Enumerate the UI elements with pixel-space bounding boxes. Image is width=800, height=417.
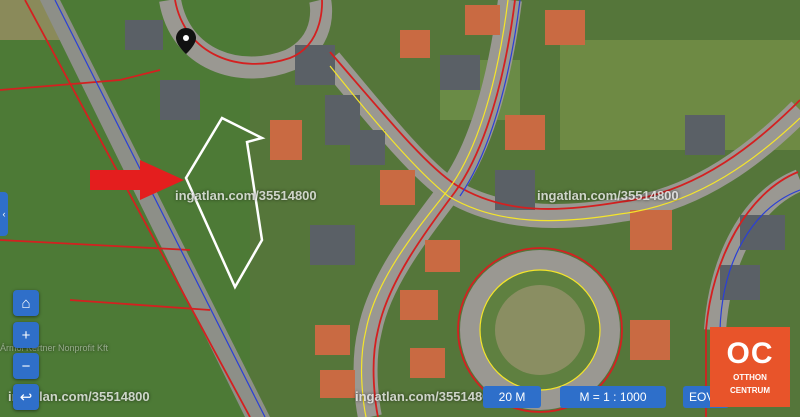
scale-ratio: M = 1 : 1000 [560,386,666,408]
scale-distance: 20 M [483,386,541,408]
back-arrow-icon: ↩ [19,389,33,406]
watermark: ingatlan.com/35514800 [175,188,317,203]
watermark: ingatlan.com/35514800 [355,389,497,404]
logo-line1: OTTHON [733,373,767,382]
scale-ratio-label: M = 1 : 1000 [579,390,647,404]
back-button[interactable]: ↩ [13,384,39,410]
chevron-left-icon: ‹ [2,209,6,219]
logo-line2: CENTRUM [730,386,770,395]
satellite-map[interactable] [0,0,800,417]
zoom-out-button[interactable]: − [13,353,39,379]
home-icon: ⌂ [21,294,31,312]
side-panel-toggle[interactable]: ‹ [0,192,8,236]
scale-distance-label: 20 M [498,390,526,404]
plus-icon: + [21,326,31,344]
logo-mark: OC [726,337,774,370]
minus-icon: − [21,357,31,375]
home-button[interactable]: ⌂ [13,290,39,316]
zoom-in-button[interactable]: + [13,322,39,348]
otthon-centrum-logo: OC OTTHON CENTRUM [710,327,790,407]
watermark: ingatlan.com/35514800 [537,188,679,203]
